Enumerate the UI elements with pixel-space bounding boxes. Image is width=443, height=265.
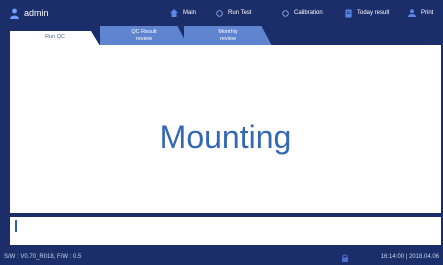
- nav-print-label: Print: [421, 10, 434, 16]
- date-time: 16:14:00 | 2018.04.06: [380, 254, 439, 260]
- lock-icon: [342, 254, 348, 262]
- tab-monthly-review[interactable]: Monthly review: [184, 26, 272, 46]
- home-icon: [170, 9, 178, 17]
- nav-today-result[interactable]: Today result: [345, 7, 389, 19]
- tab-qc-result-review[interactable]: QC Result review: [100, 26, 188, 46]
- calibration-icon: [282, 9, 289, 17]
- user-icon: [10, 8, 19, 19]
- nav-run-test-label: Run Test: [228, 10, 252, 16]
- tab-run-qc-label: Run QC: [45, 34, 65, 40]
- message-input-bar[interactable]: [10, 217, 441, 245]
- tab-monthly-review-line1: Monthly: [218, 29, 238, 35]
- print-icon: [408, 9, 416, 17]
- run-test-icon: [216, 9, 223, 17]
- nav-today-result-label: Today result: [357, 10, 390, 16]
- nav-print[interactable]: Print: [408, 7, 433, 19]
- mounting-status-text: Mounting: [159, 119, 292, 155]
- user-indicator[interactable]: admin: [10, 7, 49, 19]
- nav-main[interactable]: Main: [170, 7, 196, 19]
- top-bar: admin Main Run Test Calibration Today re…: [0, 0, 443, 26]
- nav-calibration[interactable]: Calibration: [282, 7, 323, 19]
- today-result-icon: [345, 9, 352, 17]
- main-panel: Mounting: [10, 45, 441, 213]
- tab-monthly-review-line2: review: [220, 36, 236, 42]
- nav-main-label: Main: [183, 10, 197, 16]
- text-cursor: [15, 220, 17, 232]
- status-bar: S/W : V0.70_R018, F/W : 0.5 16:14:00 | 2…: [0, 252, 443, 265]
- username: admin: [24, 8, 49, 18]
- tab-run-qc[interactable]: Run QC: [10, 31, 100, 46]
- tab-qc-result-review-line1: QC Result: [131, 29, 157, 35]
- nav-calibration-label: Calibration: [294, 10, 323, 16]
- version-info: S/W : V0.70_R018, F/W : 0.5: [4, 254, 82, 260]
- nav-run-test[interactable]: Run Test: [216, 7, 252, 19]
- tab-qc-result-review-line2: review: [136, 36, 152, 42]
- tab-bar: Run QC QC Result review Monthly review: [0, 26, 443, 46]
